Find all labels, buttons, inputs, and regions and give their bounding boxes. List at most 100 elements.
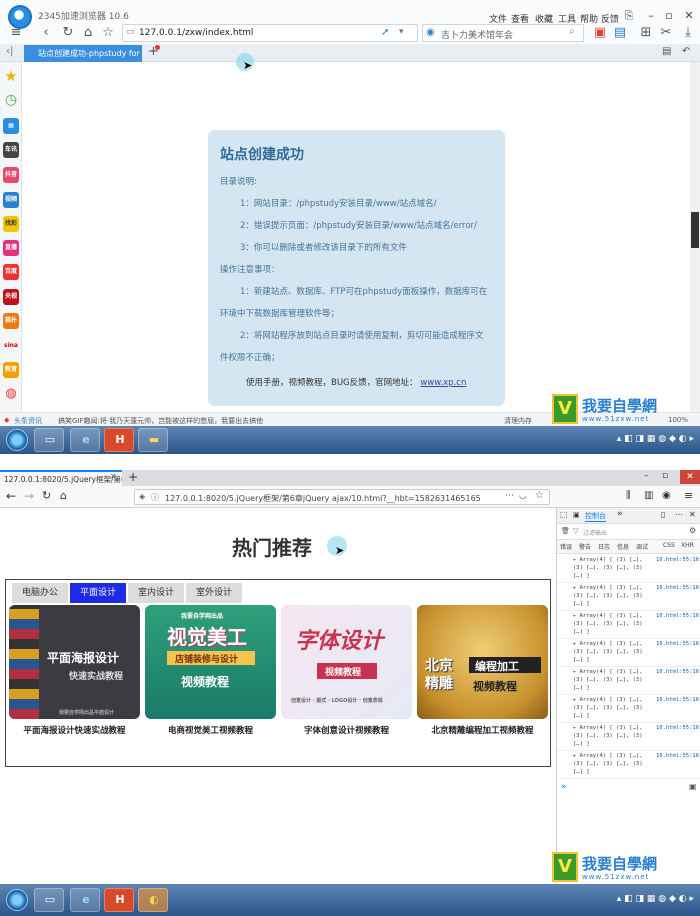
sidebar-app-cctv[interactable]: 央视 <box>3 289 19 305</box>
taskbar-app-explorer[interactable]: ▬ <box>138 428 168 452</box>
sidebar-app-sina[interactable]: sina <box>3 338 19 354</box>
bookmark-star-icon[interactable]: ☆ <box>535 490 544 501</box>
star-icon[interactable]: ☆ <box>100 25 116 41</box>
console-log-row[interactable]: ▸ Array(4) [ (3) […], (3) […], (3) […], … <box>557 723 700 751</box>
back-icon[interactable]: ← <box>6 489 16 503</box>
sidebar-app-video[interactable]: 视频 <box>3 192 19 208</box>
taskbar-app-window[interactable]: ▭ <box>34 888 64 912</box>
taskbar-app-window[interactable]: ▭ <box>34 428 64 452</box>
translate-icon[interactable]: ▤ <box>612 25 628 41</box>
console-log-row[interactable]: ▸ Array(4) [ (3) […], (3) […], (3) […], … <box>557 611 700 639</box>
log-source-link[interactable]: 10.html:55:16 <box>656 613 699 619</box>
tab-graphic-design[interactable]: 平面设计 <box>70 583 126 603</box>
search-engine-icon[interactable]: ◉ <box>426 27 435 38</box>
undo-close-icon[interactable]: ↶ <box>682 46 690 57</box>
devtools-menu-icon[interactable]: ⋯ <box>675 510 683 519</box>
product-caption[interactable]: 字体创意设计视频教程 <box>281 724 412 736</box>
sidebar-toggle-icon[interactable]: ≡ <box>8 25 24 41</box>
official-site-link[interactable]: www.xp.cn <box>420 378 466 388</box>
sidebar-app-live[interactable]: 直播 <box>3 240 19 256</box>
tab-jquery-ajax[interactable]: 127.0.0.1:8020/5.jQuery框架/第6 <box>0 470 122 486</box>
notes-icon[interactable]: ▦ <box>3 118 19 134</box>
start-button-icon[interactable] <box>6 889 28 911</box>
log-source-link[interactable]: 10.html:55:16 <box>656 585 699 591</box>
download-icon[interactable]: ⤓ <box>680 25 696 41</box>
tab-phpstudy[interactable]: 站点创建成功-phpstudy for <box>24 45 142 62</box>
menu-feedback[interactable]: 反馈 <box>601 12 619 25</box>
tab-office[interactable]: 电脑办公 <box>12 583 68 603</box>
security-icon[interactable]: ◍ <box>3 386 19 402</box>
level-info[interactable]: 信息 <box>617 542 629 551</box>
log-source-link[interactable]: 10.html:55:16 <box>656 641 699 647</box>
tab-console[interactable]: 控制台 <box>585 511 606 522</box>
sidebar-app-lottery[interactable]: 找彩 <box>3 216 19 232</box>
log-source-link[interactable]: 10.html:55:16 <box>656 669 699 675</box>
cut-icon[interactable]: ✂ <box>658 25 674 41</box>
console-log-row[interactable]: ▸ Array(4) [ (3) […], (3) […], (3) […], … <box>557 695 700 723</box>
search-box[interactable]: ◉ 吉卜力美术馆年会 ⌕ <box>422 24 584 42</box>
close-icon[interactable]: ✕ <box>682 9 696 23</box>
devtools-close-icon[interactable]: ✕ <box>689 510 696 519</box>
taskbar-app-hbuilder[interactable]: H <box>104 888 134 912</box>
maximize-icon[interactable]: ▫ <box>662 471 668 481</box>
level-warnings[interactable]: 警告 <box>579 542 591 551</box>
product-image[interactable]: 北京 精雕 编程加工 视频教程 <box>417 605 548 719</box>
console-log-row[interactable]: ▸ Array(4) [ (3) […], (3) […], (3) […], … <box>557 667 700 695</box>
tab-list-icon[interactable]: ▤ <box>662 46 671 57</box>
log-source-link[interactable]: 10.html:55:16 <box>656 753 699 759</box>
scrollbar-thumb[interactable] <box>691 212 699 248</box>
tab-back-icon[interactable]: ‹| <box>6 46 13 57</box>
close-tab-icon[interactable]: ✕ <box>110 472 117 481</box>
rocket-icon[interactable]: ➚ <box>381 27 389 38</box>
news-ticker[interactable]: 搞笑GIF趣闻:将·我乃天蓬元帅，岂能被这样的憋屈，我要出去搞他 <box>58 416 263 426</box>
dropdown-icon[interactable]: ▾ <box>399 27 404 37</box>
sidebar-app-education[interactable]: 教育 <box>3 362 19 378</box>
product-caption[interactable]: 平面海报设计快速实战教程 <box>9 724 140 736</box>
dock-icon[interactable]: ▯ <box>661 510 665 519</box>
minimize-icon[interactable]: – <box>644 9 658 23</box>
tab-interior-design[interactable]: 室内设计 <box>128 583 184 603</box>
console-log-row[interactable]: ▸ Array(4) [ (3) […], (3) […], (3) […], … <box>557 555 700 583</box>
zoom-level[interactable]: 100% <box>668 416 688 424</box>
new-tab-icon[interactable]: + <box>128 470 138 484</box>
maximize-icon[interactable]: ▫ <box>662 9 676 23</box>
product-image[interactable]: 我要自学网出品 视觉美工 店铺装修与设计 视频教程 <box>145 605 276 719</box>
news-label[interactable]: 头条资讯 <box>14 416 42 426</box>
sidebar-app-baidu[interactable]: 百度 <box>3 264 19 280</box>
account-icon[interactable]: ◉ <box>662 490 671 501</box>
console-log-row[interactable]: ▸ Array(4) [ (3) […], (3) […], (3) […], … <box>557 583 700 611</box>
library-icon[interactable]: ⫼ <box>626 490 631 501</box>
level-errors[interactable]: 错误 <box>560 542 572 551</box>
trash-icon[interactable]: 🗑 <box>561 527 570 535</box>
forward-icon[interactable]: → <box>24 489 34 503</box>
log-source-link[interactable]: 10.html:55:16 <box>656 697 699 703</box>
level-xhr[interactable]: XHR <box>681 542 694 549</box>
page-actions-icon[interactable]: ⋯ <box>505 491 514 501</box>
sidebar-app-car[interactable]: 车讯 <box>3 142 19 158</box>
taskbar-app-hbuilder[interactable]: H <box>104 428 134 452</box>
taskbar-app-ie[interactable]: e <box>70 428 100 452</box>
address-bar[interactable]: ▭ 127.0.0.1/zxw/index.html ➚ ▾ <box>122 24 418 42</box>
refresh-icon[interactable]: ↻ <box>60 25 76 41</box>
log-source-link[interactable]: 10.html:55:16 <box>656 557 699 563</box>
search-icon[interactable]: ⌕ <box>569 26 575 37</box>
vertical-scrollbar[interactable] <box>690 62 700 412</box>
product-caption[interactable]: 电商视觉美工视频教程 <box>145 724 276 736</box>
console-log-row[interactable]: ▸ Array(4) [ (3) […], (3) […], (3) […], … <box>557 751 700 779</box>
level-logs[interactable]: 日志 <box>598 542 610 551</box>
sidebar-icon[interactable]: ▥ <box>644 490 653 501</box>
level-css[interactable]: CSS <box>663 542 675 549</box>
pocket-icon[interactable]: ◡ <box>519 491 527 501</box>
skin-icon[interactable]: ⎘ <box>622 9 636 23</box>
more-tools-icon[interactable]: » <box>617 509 623 519</box>
history-icon[interactable]: ◷ <box>3 92 19 108</box>
home-icon[interactable]: ⌂ <box>80 25 96 41</box>
filter-input[interactable]: 过滤输出 <box>583 528 607 537</box>
product-image[interactable]: 字体设计 视频教程 创意设计 · 版式 · LOGO设计 · 创意表现 <box>281 605 412 719</box>
clean-memory[interactable]: 清理内存 <box>504 416 532 426</box>
reload-icon[interactable]: ↻ <box>42 489 51 502</box>
taskbar-app-ie[interactable]: e <box>70 888 100 912</box>
tab-exterior-design[interactable]: 室外设计 <box>186 583 242 603</box>
split-console-icon[interactable]: ▣ <box>689 782 697 791</box>
level-debug[interactable]: 调试 <box>636 542 648 551</box>
